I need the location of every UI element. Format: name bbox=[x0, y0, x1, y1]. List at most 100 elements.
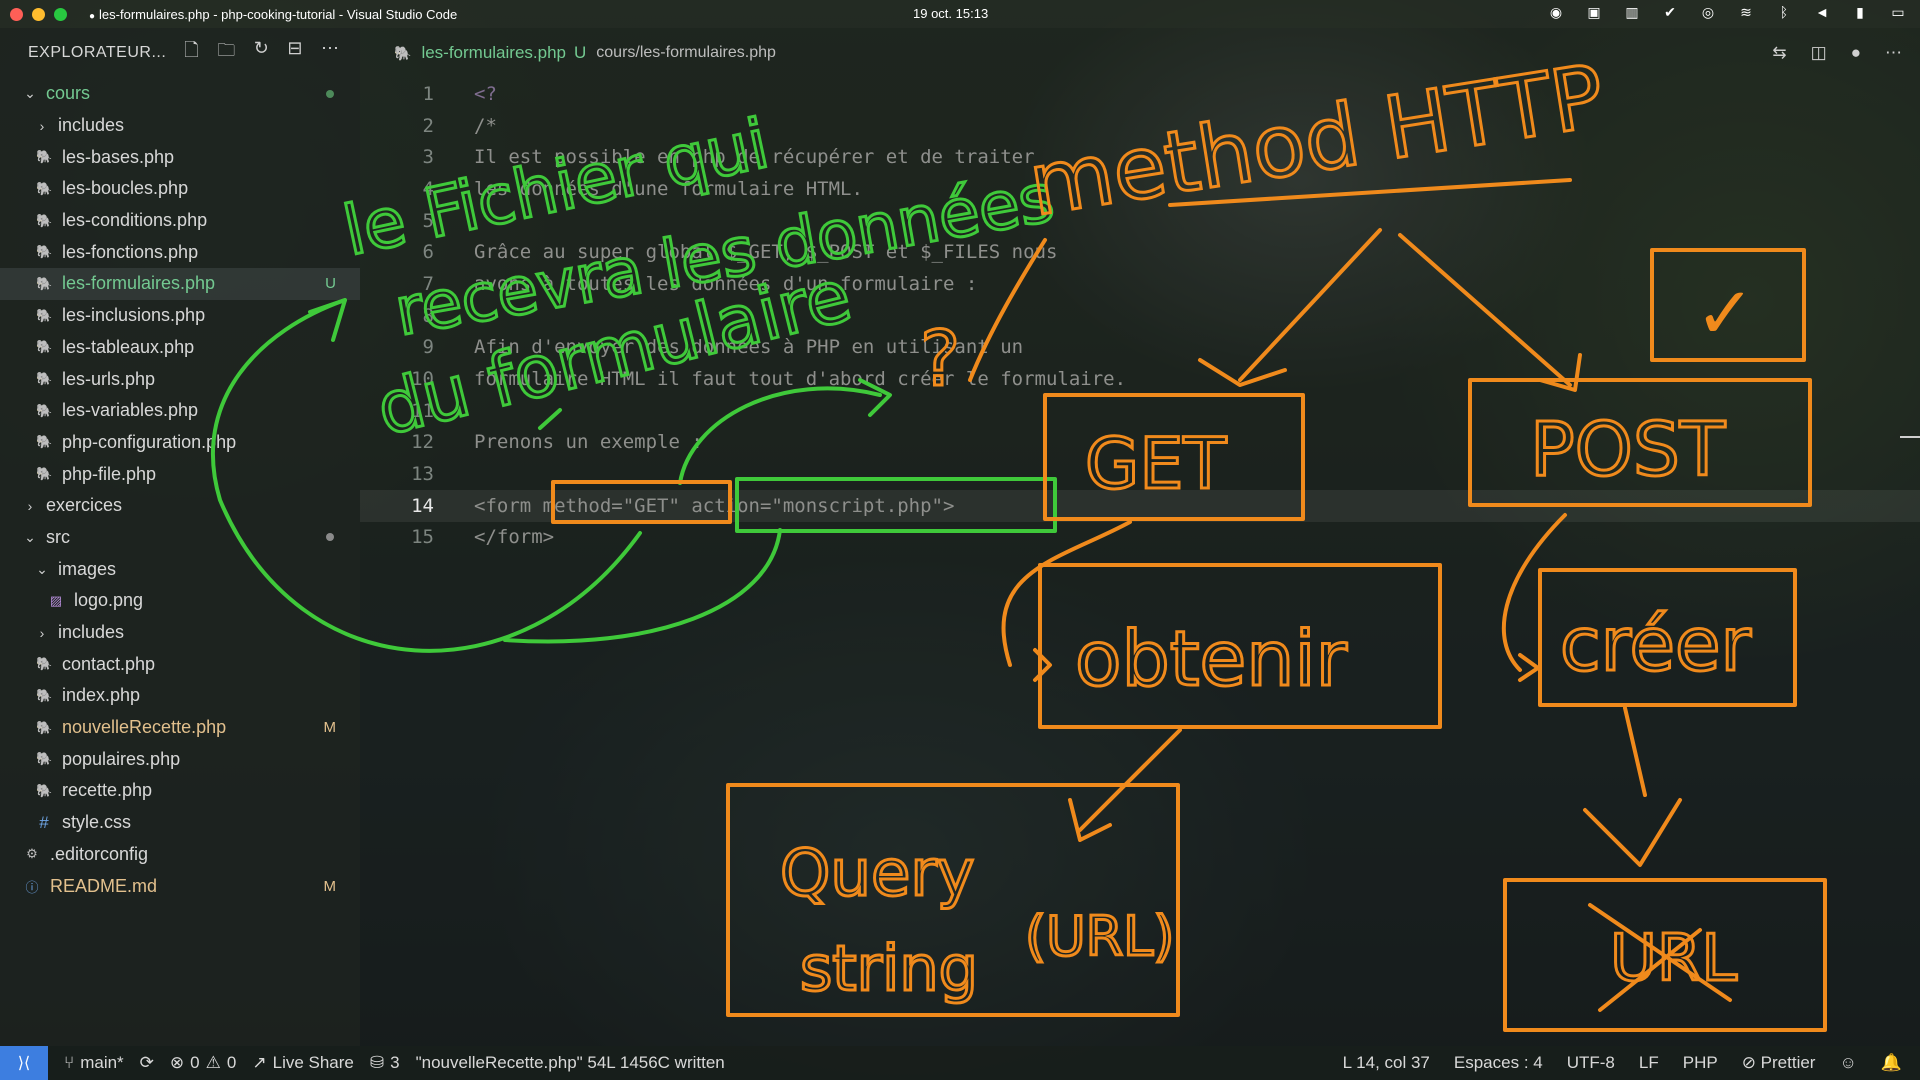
tree-item[interactable]: ⚙ .editorconfig bbox=[0, 839, 360, 871]
bluetooth-icon[interactable]: ᛒ bbox=[1774, 4, 1794, 21]
breadcrumb[interactable]: cours/les-formulaires.php bbox=[596, 44, 776, 62]
mic-icon[interactable]: ▮ bbox=[1850, 4, 1870, 21]
tree-item-label: les-inclusions.php bbox=[62, 305, 206, 326]
tree-item-label: exercices bbox=[46, 495, 123, 516]
zoom-icon[interactable]: ▣ bbox=[1584, 4, 1604, 21]
git-branch[interactable]: ⑂ main* bbox=[64, 1053, 124, 1073]
tree-item[interactable]: 🐘 les-inclusions.php bbox=[0, 300, 360, 332]
tree-item[interactable]: › exercices bbox=[0, 490, 360, 522]
code-line[interactable]: 3 Il est possible en php de récupérer et … bbox=[360, 141, 1920, 173]
tree-item[interactable]: 🐘 populaires.php bbox=[0, 743, 360, 775]
battery-icon[interactable]: ▭ bbox=[1888, 4, 1908, 21]
problems-indicator[interactable]: ⊗ 0 ⚠ 0 bbox=[170, 1053, 236, 1073]
record-icon[interactable]: ◉ bbox=[1546, 4, 1566, 21]
cursor-position[interactable]: L 14, col 37 bbox=[1343, 1053, 1430, 1073]
new-file-icon[interactable]: 🗋 bbox=[184, 38, 199, 68]
tree-item[interactable]: 🐘 recette.php bbox=[0, 775, 360, 807]
tree-item[interactable]: ⓘ README.md M bbox=[0, 870, 360, 902]
live-share-button[interactable]: ↗ Live Share bbox=[252, 1053, 354, 1073]
tree-item[interactable]: 🐘 les-boucles.php bbox=[0, 173, 360, 205]
wifi-icon[interactable]: ≋ bbox=[1736, 4, 1756, 21]
tab-les-formulaires[interactable]: les-formulaires.php bbox=[421, 43, 566, 63]
check-circle-icon[interactable]: ✔ bbox=[1660, 4, 1680, 21]
tree-item[interactable]: 🐘 les-fonctions.php bbox=[0, 236, 360, 268]
code-line[interactable]: 9 Afin d'envoyer des données à PHP en uti… bbox=[360, 332, 1920, 364]
tree-item[interactable]: 🐘 contact.php bbox=[0, 648, 360, 680]
php-file-icon: 🐘 bbox=[36, 212, 53, 228]
error-icon: ⊗ bbox=[169, 1053, 185, 1072]
tree-item-label: src bbox=[46, 526, 70, 547]
code-line[interactable]: 8 bbox=[360, 300, 1920, 332]
tree-item-label: includes bbox=[58, 622, 125, 643]
tree-item[interactable]: › includes bbox=[0, 110, 360, 142]
end-of-line[interactable]: LF bbox=[1639, 1053, 1659, 1073]
line-number: 3 bbox=[422, 146, 434, 169]
notifications-icon[interactable]: 🔔 bbox=[1881, 1053, 1902, 1073]
tree-item[interactable]: ⌄ images bbox=[0, 553, 360, 585]
play-circle-icon[interactable]: ◎ bbox=[1698, 4, 1718, 21]
tree-item[interactable]: 🐘 les-bases.php bbox=[0, 141, 360, 173]
code-line[interactable]: 5 bbox=[360, 205, 1920, 237]
tree-item[interactable]: 🐘 les-conditions.php bbox=[0, 205, 360, 237]
new-folder-icon[interactable]: 🗀 bbox=[217, 38, 236, 68]
code-line[interactable]: 10 formulaire HTML il faut tout d'abord c… bbox=[360, 363, 1920, 395]
tree-item[interactable]: 🐘 index.php bbox=[0, 680, 360, 712]
tree-item[interactable]: 🐘 nouvelleRecette.php M bbox=[0, 712, 360, 744]
chevron-right-icon[interactable]: › bbox=[24, 498, 36, 514]
tree-item[interactable]: # style.css bbox=[0, 807, 360, 839]
tree-item[interactable]: ▨ logo.png bbox=[0, 585, 360, 617]
unsaved-dot-icon[interactable]: ● bbox=[1851, 43, 1861, 63]
remote-indicator-icon[interactable]: ⟩⟨ bbox=[0, 1046, 48, 1080]
css-file-icon: # bbox=[39, 812, 49, 832]
chevron-down-icon[interactable]: ⌄ bbox=[36, 561, 48, 578]
more-actions-icon[interactable]: ⋯ bbox=[1885, 43, 1902, 63]
volume-icon[interactable]: ◄ bbox=[1812, 4, 1832, 21]
sync-button[interactable]: ⟳ bbox=[140, 1053, 154, 1073]
code-line[interactable]: 14 <form method="GET" action="monscript.p… bbox=[360, 489, 1920, 522]
code-line[interactable]: 1 <? bbox=[360, 78, 1920, 110]
compare-changes-icon[interactable]: ⇆ bbox=[1772, 43, 1786, 63]
tree-item[interactable]: 🐘 les-tableaux.php bbox=[0, 332, 360, 364]
line-number: 9 bbox=[422, 336, 434, 359]
chevron-down-icon[interactable]: ⌄ bbox=[24, 85, 36, 102]
app-icon[interactable]: ▥ bbox=[1622, 4, 1642, 21]
formatter-status[interactable]: ⊘ Prettier bbox=[1742, 1053, 1816, 1073]
code-line[interactable]: 13 bbox=[360, 458, 1920, 490]
explorer-header: EXPLORATEUR... 🗋 🗀 ↻ ⊟ ⋯ bbox=[0, 28, 360, 78]
tree-item[interactable]: 🐘 php-file.php bbox=[0, 458, 360, 490]
chevron-down-icon[interactable]: ⌄ bbox=[24, 529, 36, 546]
tree-item[interactable]: 🐘 les-variables.php bbox=[0, 395, 360, 427]
indentation[interactable]: Espaces : 4 bbox=[1454, 1053, 1543, 1073]
tree-item[interactable]: ⌄ src bbox=[0, 522, 360, 554]
database-indicator[interactable]: ⛁ 3 bbox=[370, 1053, 400, 1073]
refresh-icon[interactable]: ↻ bbox=[254, 38, 270, 68]
chevron-right-icon[interactable]: › bbox=[36, 625, 48, 641]
code-line[interactable]: 11 bbox=[360, 395, 1920, 427]
code-line[interactable]: 6 Grâce au super global $_GET, $_POST et … bbox=[360, 236, 1920, 268]
chevron-right-icon[interactable]: › bbox=[36, 118, 48, 134]
language-mode[interactable]: PHP bbox=[1683, 1053, 1718, 1073]
tree-item[interactable]: 🐘 les-formulaires.php U bbox=[0, 268, 360, 300]
code-line[interactable]: 15 </form> bbox=[360, 522, 1920, 554]
more-actions-icon[interactable]: ⋯ bbox=[321, 38, 340, 68]
close-window-button[interactable] bbox=[10, 7, 23, 21]
php-file-icon: 🐘 bbox=[394, 44, 412, 61]
encoding[interactable]: UTF-8 bbox=[1567, 1053, 1615, 1073]
tree-item[interactable]: 🐘 php-configuration.php bbox=[0, 427, 360, 459]
split-editor-icon[interactable]: ◫ bbox=[1811, 43, 1827, 63]
code-line[interactable]: 4 les données d'une formulaire HTML. bbox=[360, 173, 1920, 205]
tree-item[interactable]: ⌄ cours bbox=[0, 78, 360, 110]
tree-item[interactable]: 🐘 les-urls.php bbox=[0, 363, 360, 395]
php-file-icon: 🐘 bbox=[36, 371, 53, 387]
explorer-actions: 🗋 🗀 ↻ ⊟ ⋯ bbox=[184, 38, 339, 68]
php-file-icon: 🐘 bbox=[36, 751, 53, 767]
feedback-icon[interactable]: ☺ bbox=[1839, 1053, 1856, 1073]
tree-item[interactable]: › includes bbox=[0, 617, 360, 649]
collapse-all-icon[interactable]: ⊟ bbox=[287, 38, 303, 68]
code-line[interactable]: 2 /* bbox=[360, 110, 1920, 142]
code-line[interactable]: 7 avons à toutes les données d'un formula… bbox=[360, 268, 1920, 300]
code-line[interactable]: 12 Prenons un exemple : bbox=[360, 427, 1920, 459]
maximize-window-button[interactable] bbox=[54, 7, 67, 21]
minimize-window-button[interactable] bbox=[32, 7, 45, 21]
code-editor[interactable]: 1 <? 2 /* 3 Il est possible en php de récupér… bbox=[360, 78, 1920, 1046]
